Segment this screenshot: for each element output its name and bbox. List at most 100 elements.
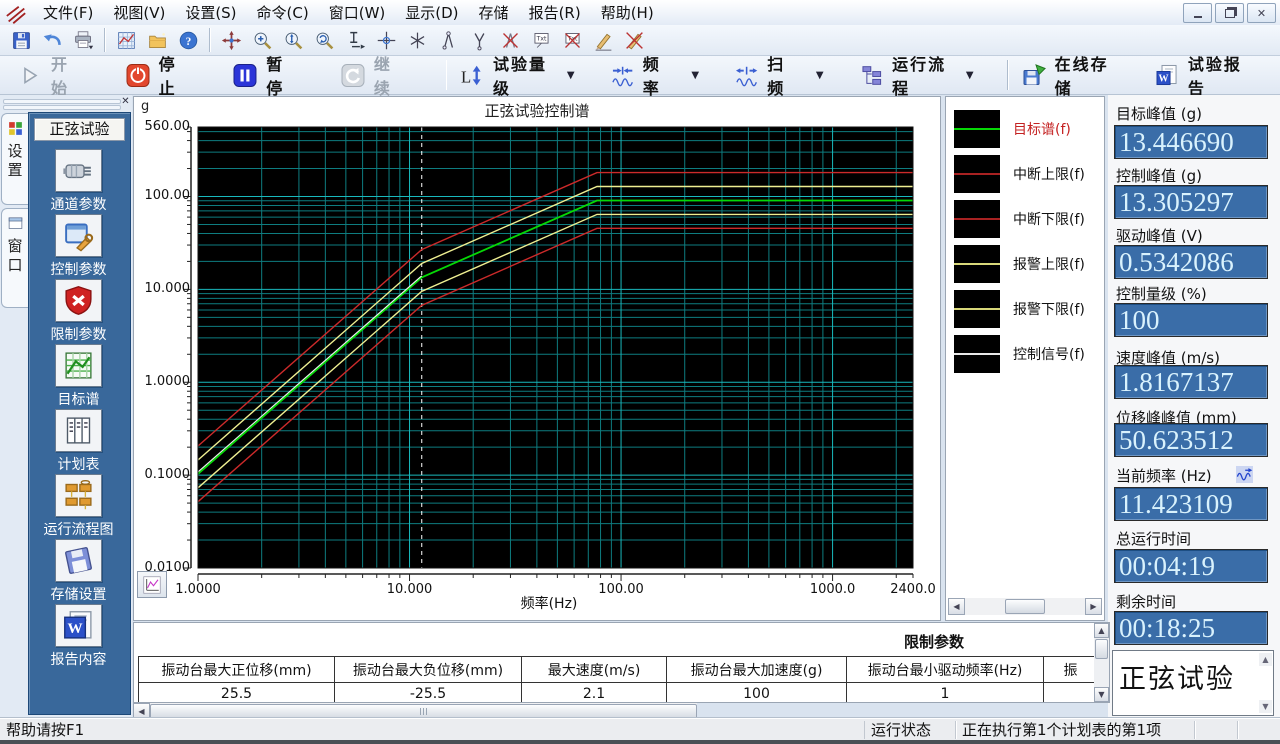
close-button[interactable]: ✕ — [1247, 3, 1276, 23]
menu-item-2[interactable]: 视图(V) — [103, 2, 175, 24]
sidebar-grip[interactable] — [3, 98, 121, 108]
x-axis-label: 频率(Hz) — [134, 593, 964, 613]
chevron-down-icon[interactable]: ▼ — [691, 70, 699, 81]
sidebar-item-label: 运行流程图 — [29, 519, 128, 539]
button-label: 停 止 — [159, 51, 198, 99]
legend-item-5[interactable]: 报警下限(f) — [954, 290, 1085, 328]
legend-label: 中断上限(f) — [1013, 164, 1085, 184]
sidebar-tab-1[interactable]: 设置 — [1, 113, 28, 205]
sidebar-item-1[interactable]: 通道参数 — [29, 149, 128, 214]
legend-swatch — [954, 245, 1000, 283]
flowchart-tile[interactable] — [55, 474, 102, 517]
sidebar-item-label: 目标谱 — [29, 389, 128, 409]
resume-button[interactable]: 继 续 — [333, 48, 427, 102]
chevron-down-icon[interactable]: ▼ — [567, 70, 575, 81]
readout-label-1: 目标峰值 (g) — [1116, 103, 1202, 124]
legend-item-3[interactable]: 中断下限(f) — [954, 200, 1085, 238]
freq-button[interactable]: 频 率 ▼ — [603, 48, 713, 102]
menu-item-6[interactable]: 显示(D) — [395, 2, 468, 24]
schedule-tile[interactable] — [55, 409, 102, 452]
status-cell-empty — [1238, 721, 1280, 739]
limits-v-scrollbar[interactable]: ▲ ▼ — [1094, 623, 1109, 702]
level-button[interactable]: L试验量级▼ — [452, 48, 588, 102]
schedule-icon — [62, 414, 95, 447]
scroll-up-icon[interactable]: ▲ — [1094, 623, 1109, 638]
play-button[interactable]: 开 始 — [10, 48, 104, 102]
menu-item-9[interactable]: 帮助(H) — [591, 2, 664, 24]
pause-button[interactable]: 暂 停 — [225, 48, 319, 102]
legend-item-2[interactable]: 中断上限(f) — [954, 155, 1085, 193]
sidebar-item-4[interactable]: 目标谱 — [29, 344, 128, 409]
limits-title: 限制参数 — [834, 631, 1034, 652]
flow-button[interactable]: 运行流程 ▼ — [852, 48, 988, 102]
sidebar-item-7[interactable]: 存储设置 — [29, 539, 128, 604]
application-window: 文件(F)视图(V)设置(S)命令(C)窗口(W)显示(D)存储报告(R)帮助(… — [0, 0, 1280, 744]
menu-item-4[interactable]: 命令(C) — [247, 2, 319, 24]
limits-cell: 1 — [847, 683, 1044, 704]
readout-label-3: 驱动峰值 (V) — [1116, 225, 1203, 246]
button-label: 频 率 — [643, 51, 681, 99]
readout-label-8: 总运行时间 — [1116, 528, 1191, 549]
legend-item-4[interactable]: 报警上限(f) — [954, 245, 1085, 283]
menu-item-8[interactable]: 报告(R) — [519, 2, 591, 24]
sweep-button[interactable]: 扫 频 ▼ — [727, 48, 837, 102]
scroll-right-icon[interactable]: ▶ — [1085, 598, 1102, 615]
sidebar-item-8[interactable]: W报告内容 — [29, 604, 128, 669]
sidebar-tab-2[interactable]: 窗口 — [1, 208, 28, 308]
scroll-up-icon[interactable]: ▲ — [1259, 653, 1272, 666]
limit-params-tile[interactable] — [55, 279, 102, 322]
button-label: 运行流程 — [892, 51, 955, 99]
sidebar-item-3[interactable]: 限制参数 — [29, 279, 128, 344]
status-state-value: 正在执行第1个计划表的第1项 — [956, 721, 1195, 739]
chevron-down-icon[interactable]: ▼ — [966, 70, 974, 81]
readout-value-9: 00:18:25 — [1114, 611, 1268, 645]
sidebar-item-label: 限制参数 — [29, 324, 128, 344]
chart-options-button[interactable] — [137, 571, 167, 598]
sidebar-panel: 正弦试验 通道参数控制参数限制参数目标谱计划表运行流程图存储设置W报告内容 — [28, 112, 131, 715]
play-icon — [18, 62, 42, 89]
sidebar-item-2[interactable]: 控制参数 — [29, 214, 128, 279]
storage-settings-tile[interactable] — [55, 539, 102, 582]
minimize-button[interactable] — [1183, 3, 1212, 23]
legend-item-6[interactable]: 控制信号(f) — [954, 335, 1085, 373]
limits-column-header: 振动台最大正位移(mm) — [139, 657, 335, 683]
menu-item-1[interactable]: 文件(F) — [33, 2, 103, 24]
limits-column-header: 最大速度(m/s) — [522, 657, 667, 683]
sidebar-item-5[interactable]: 计划表 — [29, 409, 128, 474]
restore-button[interactable] — [1215, 3, 1244, 23]
window-bottom-edge — [0, 740, 1280, 744]
button-label: 在线存储 — [1055, 51, 1119, 99]
y-tick-label: 560.00 — [138, 119, 190, 134]
legend-label: 中断下限(f) — [1013, 209, 1085, 229]
legend-h-scrollbar[interactable]: ◀ ▶ — [948, 598, 1102, 615]
toolbar-separator — [104, 28, 106, 52]
control-params-tile[interactable] — [55, 214, 102, 257]
tab-label: 窗口 — [5, 238, 26, 276]
sidebar-item-label: 通道参数 — [29, 194, 128, 214]
channel-params-tile[interactable] — [55, 149, 102, 192]
target-spectrum-tile[interactable] — [55, 344, 102, 387]
legend-item-1[interactable]: 目标谱(f) — [954, 110, 1071, 148]
limits-panel: 限制参数 振动台最大正位移(mm)振动台最大负位移(mm)最大速度(m/s)振动… — [133, 622, 1110, 703]
scroll-down-icon[interactable]: ▼ — [1259, 700, 1272, 713]
stop-button[interactable]: 停 止 — [118, 48, 212, 102]
button-label: 扫 频 — [767, 51, 805, 99]
limits-cell: 25.5 — [139, 683, 335, 704]
freq-icon — [611, 62, 634, 89]
sidebar-item-6[interactable]: 运行流程图 — [29, 474, 128, 539]
report-content-tile[interactable]: W — [55, 604, 102, 647]
menu-item-7[interactable]: 存储 — [469, 2, 519, 24]
sidebar-close-icon[interactable]: ✕ — [120, 97, 131, 108]
chevron-down-icon[interactable]: ▼ — [816, 70, 824, 81]
menu-item-5[interactable]: 窗口(W) — [319, 2, 396, 24]
wave-icon[interactable] — [1236, 466, 1253, 483]
scroll-down-icon[interactable]: ▼ — [1094, 687, 1109, 702]
readout-label-9: 剩余时间 — [1116, 591, 1176, 612]
scroll-left-icon[interactable]: ◀ — [948, 598, 965, 615]
test-name-box[interactable]: 正弦试验 ▲ ▼ — [1112, 650, 1274, 716]
word-report-button[interactable]: W试验报告 — [1147, 48, 1266, 102]
plot-area[interactable] — [134, 97, 940, 620]
online-store-button[interactable]: 在线存储 — [1014, 48, 1133, 102]
menu-item-3[interactable]: 设置(S) — [175, 2, 246, 24]
readout-label-4: 控制量级 (%) — [1116, 283, 1207, 304]
